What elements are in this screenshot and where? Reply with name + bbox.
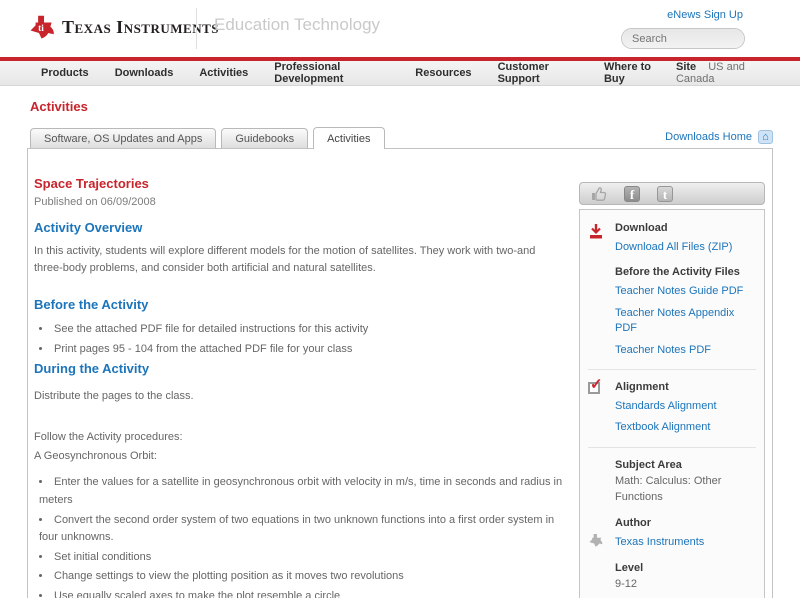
overview-heading: Activity Overview bbox=[34, 220, 143, 235]
published-date: Published on 06/09/2008 bbox=[34, 196, 156, 208]
social-share-bar: f t bbox=[579, 182, 765, 205]
before-activity-list: See the attached PDF file for detailed i… bbox=[34, 320, 563, 359]
subject-area-heading: Subject Area bbox=[615, 458, 682, 471]
svg-text:ti: ti bbox=[38, 24, 44, 34]
site-region: Site US and Canada bbox=[676, 61, 768, 85]
division-title: Education Technology bbox=[214, 15, 381, 34]
author-heading: Author bbox=[615, 516, 652, 529]
teacher-notes-appendix-link[interactable]: Teacher Notes Appendix PDF bbox=[615, 306, 756, 337]
article: Space Trajectories Published on 06/09/20… bbox=[28, 149, 579, 598]
search-box: » bbox=[621, 28, 745, 49]
list-item: See the attached PDF file for detailed i… bbox=[39, 320, 563, 340]
teacher-notes-guide-link[interactable]: Teacher Notes Guide PDF bbox=[615, 284, 756, 299]
like-icon[interactable] bbox=[591, 186, 607, 202]
list-item: Convert the second order system of two e… bbox=[39, 511, 563, 548]
download-heading: Download bbox=[615, 222, 668, 234]
author-link[interactable]: Texas Instruments bbox=[615, 536, 704, 548]
overview-text: In this activity, students will explore … bbox=[34, 245, 536, 275]
procedures-intro: Follow the Activity procedures: bbox=[34, 431, 183, 444]
list-item: Enter the values for a satellite in geos… bbox=[39, 473, 563, 510]
download-all-link[interactable]: Download All Files (ZIP) bbox=[615, 240, 756, 255]
downloads-home-link[interactable]: Downloads Home bbox=[665, 131, 752, 143]
nav-item-products[interactable]: Products bbox=[28, 67, 102, 79]
metadata-section: Subject Area Math: Calculus: Other Funct… bbox=[588, 446, 756, 598]
tab-content-panel: Space Trajectories Published on 06/09/20… bbox=[27, 148, 773, 598]
nav-item-where-to-buy[interactable]: Where to Buy bbox=[591, 61, 676, 85]
level-heading: Level bbox=[615, 561, 644, 574]
main-nav: Products Downloads Activities Profession… bbox=[0, 61, 800, 86]
nav-item-customer-support[interactable]: Customer Support bbox=[485, 61, 591, 85]
alignment-heading: Alignment bbox=[615, 380, 669, 393]
enews-signup-link[interactable]: eNews Sign Up bbox=[667, 9, 743, 21]
nav-item-downloads[interactable]: Downloads bbox=[102, 67, 187, 79]
article-title: Space Trajectories bbox=[34, 176, 149, 191]
list-item: Set initial conditions bbox=[39, 548, 563, 568]
subject-area-value: Math: Calculus: Other Functions bbox=[615, 474, 722, 503]
standards-alignment-link[interactable]: Standards Alignment bbox=[615, 399, 756, 414]
before-activity-heading: Before the Activity bbox=[34, 297, 149, 313]
tab-activities[interactable]: Activities bbox=[313, 127, 385, 149]
page-title: Activities bbox=[30, 99, 88, 114]
teacher-notes-link[interactable]: Teacher Notes PDF bbox=[615, 343, 756, 358]
download-section: Download Download All Files (ZIP) Before… bbox=[588, 222, 756, 358]
twitter-icon[interactable]: t bbox=[657, 185, 673, 202]
tab-guidebooks[interactable]: Guidebooks bbox=[221, 128, 309, 148]
list-item: Print pages 95 - 104 from the attached P… bbox=[39, 340, 563, 360]
tab-software-os-updates[interactable]: Software, OS Updates and Apps bbox=[30, 128, 217, 148]
sidebar: f t Download Download All Files (ZIP) Be… bbox=[579, 182, 765, 598]
nav-item-professional-development[interactable]: Professional Development bbox=[261, 61, 402, 85]
download-icon bbox=[590, 224, 602, 239]
section-title-geosynchronous: A Geosynchronous Orbit: bbox=[34, 450, 157, 463]
alignment-checkbox-icon: ✓ bbox=[588, 375, 603, 394]
tab-bar: Software, OS Updates and Apps Guidebooks… bbox=[30, 127, 773, 149]
during-activity-heading: During the Activity bbox=[34, 361, 150, 377]
site-label: Site bbox=[675, 61, 697, 73]
ti-logo-icon: ti bbox=[30, 15, 54, 39]
header-divider bbox=[196, 8, 197, 49]
nav-item-activities[interactable]: Activities bbox=[186, 67, 261, 79]
geosynchronous-orbit-list: Enter the values for a satellite in geos… bbox=[34, 473, 563, 598]
ti-logo-lockup[interactable]: ti Texas Instruments bbox=[28, 14, 219, 41]
facebook-icon[interactable]: f bbox=[624, 185, 640, 202]
downloads-home: Downloads Home ⌂ bbox=[665, 130, 773, 148]
nav-item-resources[interactable]: Resources bbox=[402, 67, 484, 79]
during-activity-text: Distribute the pages to the class. bbox=[34, 390, 194, 403]
list-item: Use equally scaled axes to make the plot… bbox=[39, 587, 563, 598]
home-icon[interactable]: ⌂ bbox=[758, 130, 773, 144]
before-activity-files-heading: Before the Activity Files bbox=[615, 266, 740, 279]
textbook-alignment-link[interactable]: Textbook Alignment bbox=[615, 420, 756, 435]
list-item: Change settings to view the plotting pos… bbox=[39, 567, 563, 587]
level-value: 9-12 bbox=[615, 577, 638, 590]
activity-details-box: Download Download All Files (ZIP) Before… bbox=[579, 209, 765, 598]
alignment-section: ✓ Alignment Standards Alignment Textbook… bbox=[588, 368, 756, 436]
ti-author-icon bbox=[589, 533, 603, 547]
site-header: ti Texas Instruments Education Technolog… bbox=[0, 0, 800, 57]
search-input[interactable] bbox=[622, 29, 744, 48]
